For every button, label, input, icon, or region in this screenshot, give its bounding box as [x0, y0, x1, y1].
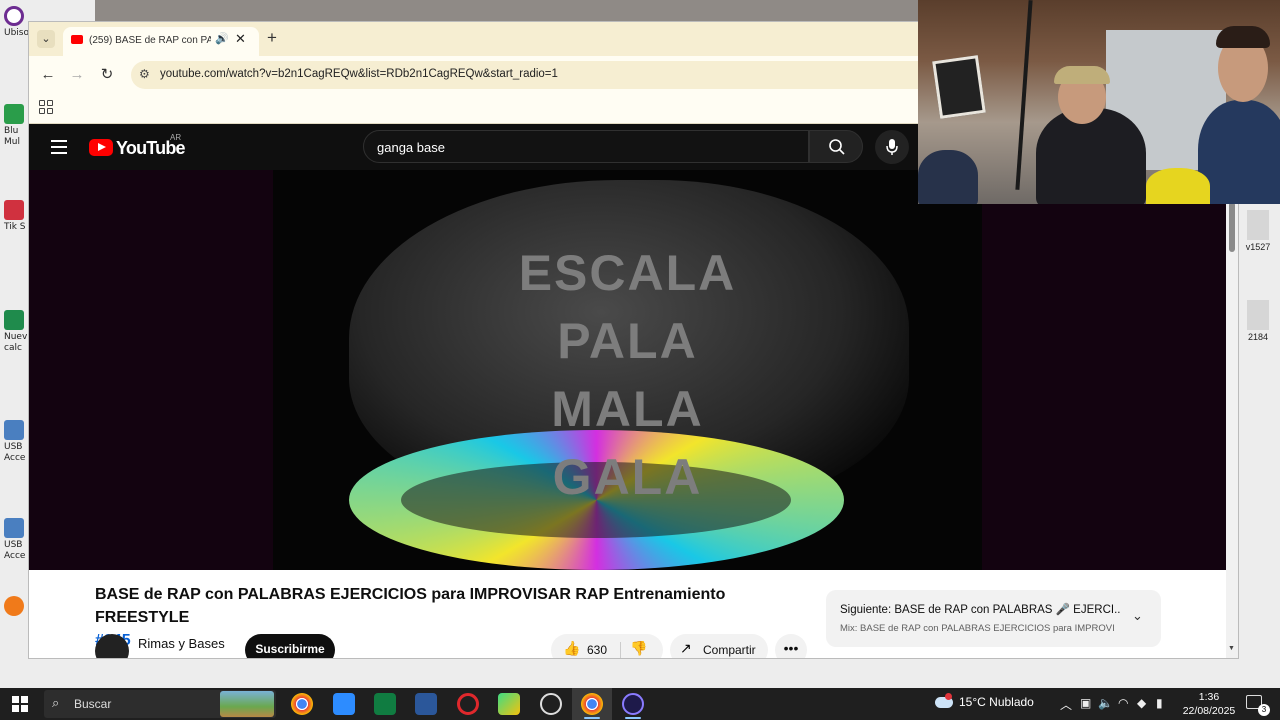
- spreadsheet-icon: [4, 310, 24, 330]
- menu-icon[interactable]: [51, 140, 67, 158]
- tab-title: (259) BASE de RAP con PAL: [89, 35, 211, 46]
- cloud-icon: [935, 693, 953, 709]
- more-actions-button[interactable]: •••: [775, 634, 807, 658]
- reload-button[interactable]: ↻: [96, 64, 118, 86]
- app-icon[interactable]: [540, 693, 562, 715]
- new-tab-button[interactable]: +: [267, 28, 277, 48]
- network-icon[interactable]: ◆: [1137, 696, 1146, 710]
- desktop-icon-tik[interactable]: Tik S: [4, 200, 32, 233]
- desktop-icon-usb1[interactable]: USB Acce: [4, 420, 32, 464]
- weather-widget[interactable]: 15°C Nublado: [935, 693, 1034, 709]
- tab-search-button[interactable]: ⌄: [37, 30, 55, 48]
- player-pillar-right: [982, 170, 1226, 570]
- word-icon[interactable]: [415, 693, 437, 715]
- site-info-icon[interactable]: ⚙: [139, 67, 150, 81]
- video-player[interactable]: ESCALA PALA MALA GALA: [29, 170, 1226, 570]
- page-scrollbar[interactable]: ▼: [1226, 170, 1238, 658]
- webcam-poster: [932, 55, 986, 119]
- app-icon: [4, 200, 24, 220]
- webcam-overlay: [918, 0, 1280, 204]
- tray-app-icon[interactable]: ▣: [1080, 696, 1091, 710]
- desktop-icon-orange[interactable]: [4, 596, 32, 618]
- video-overlay-word: GALA: [552, 449, 703, 505]
- country-code: AR: [170, 133, 182, 142]
- app-icon[interactable]: [622, 693, 644, 715]
- usb-icon: [4, 518, 24, 538]
- chrome-icon[interactable]: [581, 693, 603, 715]
- search-input[interactable]: ganga base: [363, 130, 809, 163]
- video-overlay-word: MALA: [551, 381, 704, 437]
- taskbar: ⌕ Buscar 15°C Nublado ︿ ▣ 🔈 ◠ ◆ ▮ 1:36 2…: [0, 688, 1280, 720]
- apps-grid-icon[interactable]: [39, 100, 53, 114]
- like-count: 630: [587, 643, 608, 657]
- chevron-down-icon: ⌄: [41, 33, 51, 45]
- dislike-icon[interactable]: 👎: [630, 640, 647, 657]
- desktop-icon-right-2[interactable]: 2184: [1240, 300, 1276, 342]
- search-icon: ⌕: [52, 695, 60, 710]
- search-button[interactable]: [809, 130, 863, 163]
- excel-icon[interactable]: [374, 693, 396, 715]
- channel-name[interactable]: Rimas y Bases: [138, 636, 225, 651]
- video-overlay-word: PALA: [557, 313, 698, 369]
- start-button[interactable]: [12, 696, 28, 712]
- url-text: youtube.com/watch?v=b2n1CagREQw&list=RDb…: [160, 68, 558, 80]
- share-icon: ↗: [680, 640, 692, 656]
- arrow-right-icon: →: [69, 66, 85, 83]
- desktop-icon-ubisoft[interactable]: Ubiso: [4, 6, 32, 39]
- background-video-strip: [95, 0, 918, 24]
- chevron-up-icon[interactable]: ︿: [1060, 696, 1072, 713]
- bluestacks-icon[interactable]: [498, 693, 520, 715]
- desktop-icon-right-1[interactable]: v1527: [1240, 210, 1276, 252]
- ubisoft-icon: [4, 6, 24, 26]
- voice-search-button[interactable]: [875, 130, 909, 164]
- scrollbar-thumb[interactable]: [1229, 202, 1235, 252]
- notification-badge: 3: [1258, 704, 1270, 716]
- system-tray: 15°C Nublado ︿ ▣ 🔈 ◠ ◆ ▮ 1:36 22/08/2025…: [930, 688, 1280, 720]
- like-icon[interactable]: 👍: [563, 640, 580, 657]
- chevron-down-icon[interactable]: ⌄: [1132, 608, 1143, 624]
- microphone-icon: [886, 139, 898, 155]
- video-overlay-word: ESCALA: [518, 245, 737, 301]
- search-icon: [829, 139, 845, 155]
- desktop-icon-blu[interactable]: Blu Mul: [4, 104, 32, 148]
- file-icon: [1247, 300, 1269, 330]
- taskbar-search[interactable]: ⌕ Buscar: [44, 690, 276, 718]
- scroll-down-arrow-icon[interactable]: ▼: [1228, 645, 1235, 652]
- speaker-icon[interactable]: 🔈: [1098, 696, 1113, 710]
- opera-icon[interactable]: [457, 693, 479, 715]
- app-icon: [4, 104, 24, 124]
- webcam-rifle-object: [1015, 0, 1033, 190]
- video-info: BASE de RAP con PALABRAS EJERCICIOS para…: [29, 570, 1238, 658]
- up-next-card[interactable]: Siguiente: BASE de RAP con PALABRAS 🎤 EJ…: [826, 590, 1161, 647]
- like-dislike-group: 👍 630 👎: [551, 634, 663, 658]
- app-icon: [4, 596, 24, 616]
- desktop-icon-usb2[interactable]: USB Acce: [4, 518, 32, 562]
- player-pillar-left: [29, 170, 273, 570]
- battery-icon[interactable]: ▮: [1156, 696, 1163, 710]
- back-button[interactable]: ←: [37, 64, 59, 86]
- zoom-icon[interactable]: [333, 693, 355, 715]
- tab-close-icon[interactable]: ✕: [235, 31, 246, 47]
- youtube-play-icon: [89, 139, 113, 156]
- forward-button[interactable]: →: [66, 64, 88, 86]
- youtube-favicon-icon: [71, 35, 83, 44]
- subscribe-button[interactable]: Suscribirme: [245, 634, 335, 658]
- tab-youtube[interactable]: (259) BASE de RAP con PAL 🔊 ✕: [63, 27, 259, 56]
- more-dots-icon: •••: [783, 640, 799, 656]
- search-highlight-image: [220, 691, 274, 717]
- arrow-left-icon: ←: [40, 66, 56, 83]
- wifi-icon[interactable]: ◠: [1118, 696, 1128, 710]
- share-button[interactable]: ↗ Compartir: [670, 634, 768, 658]
- file-icon: [1247, 210, 1269, 240]
- desktop-icon-calc[interactable]: Nuev calc: [4, 310, 32, 354]
- reload-icon: ↻: [100, 66, 114, 83]
- chrome-icon[interactable]: [291, 693, 313, 715]
- taskbar-clock[interactable]: 1:36 22/08/2025: [1178, 690, 1240, 718]
- usb-icon: [4, 420, 24, 440]
- speaker-icon[interactable]: 🔊: [215, 32, 229, 45]
